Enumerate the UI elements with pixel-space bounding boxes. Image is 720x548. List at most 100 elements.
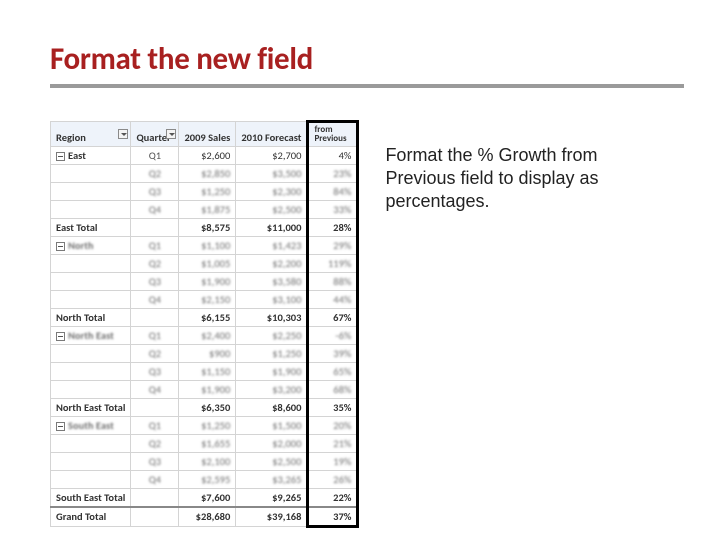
sales-cell: $1,900	[179, 272, 236, 290]
table-row: North EastQ1$2,400$2,250-6%	[51, 326, 358, 344]
region-cell	[51, 434, 131, 452]
table-row: Q2$900$1,25039%	[51, 344, 358, 362]
forecast-cell: $1,900	[236, 362, 308, 380]
col-header-forecast: 2010 Forecast	[236, 122, 308, 147]
collapse-icon[interactable]	[56, 422, 65, 431]
subtotal-growth: 22%	[308, 488, 358, 507]
table-row: Q2$2,850$3,50023%	[51, 164, 358, 182]
region-cell	[51, 344, 131, 362]
subtotal-sales: $6,155	[179, 308, 236, 326]
grand-total-forecast: $39,168	[236, 507, 308, 527]
sales-cell: $2,400	[179, 326, 236, 344]
growth-cell: 68%	[308, 380, 358, 398]
region-label: North East	[68, 329, 114, 342]
table-row: NorthQ1$1,100$1,42329%	[51, 236, 358, 254]
growth-cell: -6%	[308, 326, 358, 344]
grand-total-row: Grand Total $28,680$39,16837%	[51, 507, 358, 527]
subtotal-row: North East Total$6,350$8,60035%	[51, 398, 358, 416]
grand-total-sales: $28,680	[179, 507, 236, 527]
quarter-cell: Q3	[131, 362, 179, 380]
growth-cell: 23%	[308, 164, 358, 182]
growth-cell: 21%	[308, 434, 358, 452]
growth-cell: 29%	[308, 236, 358, 254]
col-header-region-label: Region	[56, 131, 86, 144]
table-row: South EastQ1$1,250$1,50020%	[51, 416, 358, 434]
quarter-cell: Q2	[131, 164, 179, 182]
forecast-cell: $3,500	[236, 164, 308, 182]
region-cell	[51, 380, 131, 398]
sales-cell: $2,850	[179, 164, 236, 182]
region-cell	[51, 470, 131, 488]
sales-cell: $2,100	[179, 452, 236, 470]
filter-dropdown-icon[interactable]	[166, 129, 176, 139]
growth-cell: 4%	[308, 146, 358, 164]
quarter-cell: Q4	[131, 470, 179, 488]
quarter-cell: Q2	[131, 434, 179, 452]
quarter-cell: Q1	[131, 146, 179, 164]
table-row: Q4$1,900$3,20068%	[51, 380, 358, 398]
pivot-table: Region Quarter 2009 Sales 2010 Forecast …	[50, 120, 359, 528]
table-row: Q2$1,655$2,00021%	[51, 434, 358, 452]
forecast-cell: $2,500	[236, 452, 308, 470]
growth-cell: 88%	[308, 272, 358, 290]
forecast-cell: $3,580	[236, 272, 308, 290]
subtotal-sales: $8,575	[179, 218, 236, 236]
region-cell	[51, 452, 131, 470]
forecast-cell: $3,100	[236, 290, 308, 308]
region-label: East	[68, 149, 86, 162]
table-row: Q4$2,150$3,10044%	[51, 290, 358, 308]
quarter-cell: Q4	[131, 380, 179, 398]
sales-cell: $1,900	[179, 380, 236, 398]
sales-cell: $2,600	[179, 146, 236, 164]
growth-cell: 39%	[308, 344, 358, 362]
sales-cell: $1,655	[179, 434, 236, 452]
quarter-cell: Q1	[131, 236, 179, 254]
forecast-cell: $2,500	[236, 200, 308, 218]
table-row: Q3$1,150$1,90065%	[51, 362, 358, 380]
grand-total-label: Grand Total	[51, 507, 131, 527]
sales-cell: $1,250	[179, 416, 236, 434]
table-row: Q4$2,595$3,26526%	[51, 470, 358, 488]
growth-cell: 119%	[308, 254, 358, 272]
subtotal-label: North Total	[51, 308, 131, 326]
collapse-icon[interactable]	[56, 332, 65, 341]
subtotal-forecast: $9,265	[236, 488, 308, 507]
collapse-icon[interactable]	[56, 242, 65, 251]
region-cell: East	[51, 146, 131, 164]
region-cell	[51, 182, 131, 200]
subtotal-label: East Total	[51, 218, 131, 236]
table-row: Q3$1,250$2,30084%	[51, 182, 358, 200]
col-header-region[interactable]: Region	[51, 122, 131, 147]
filter-dropdown-icon[interactable]	[118, 129, 128, 139]
quarter-cell: Q3	[131, 452, 179, 470]
quarter-cell: Q1	[131, 326, 179, 344]
growth-cell: 26%	[308, 470, 358, 488]
forecast-cell: $2,700	[236, 146, 308, 164]
forecast-cell: $2,200	[236, 254, 308, 272]
region-cell: North	[51, 236, 131, 254]
subtotal-forecast: $10,303	[236, 308, 308, 326]
table-row: Q3$2,100$2,50019%	[51, 452, 358, 470]
growth-cell: 20%	[308, 416, 358, 434]
forecast-cell: $2,000	[236, 434, 308, 452]
collapse-icon[interactable]	[56, 152, 65, 161]
subtotal-row: East Total$8,575$11,00028%	[51, 218, 358, 236]
col-header-sales: 2009 Sales	[179, 122, 236, 147]
pivot-table-container: Region Quarter 2009 Sales 2010 Forecast …	[50, 120, 359, 528]
subtotal-row: North Total$6,155$10,30367%	[51, 308, 358, 326]
growth-cell: 19%	[308, 452, 358, 470]
subtotal-forecast: $11,000	[236, 218, 308, 236]
subtotal-sales: $7,600	[179, 488, 236, 507]
sales-cell: $900	[179, 344, 236, 362]
region-cell	[51, 362, 131, 380]
forecast-cell: $2,300	[236, 182, 308, 200]
title-rule	[50, 84, 684, 88]
quarter-cell: Q3	[131, 182, 179, 200]
col-header-quarter[interactable]: Quarter	[131, 122, 179, 147]
subtotal-label: North East Total	[51, 398, 131, 416]
growth-cell: 44%	[308, 290, 358, 308]
quarter-cell: Q2	[131, 254, 179, 272]
grand-total-growth: 37%	[308, 507, 358, 527]
region-cell	[51, 272, 131, 290]
forecast-cell: $3,265	[236, 470, 308, 488]
